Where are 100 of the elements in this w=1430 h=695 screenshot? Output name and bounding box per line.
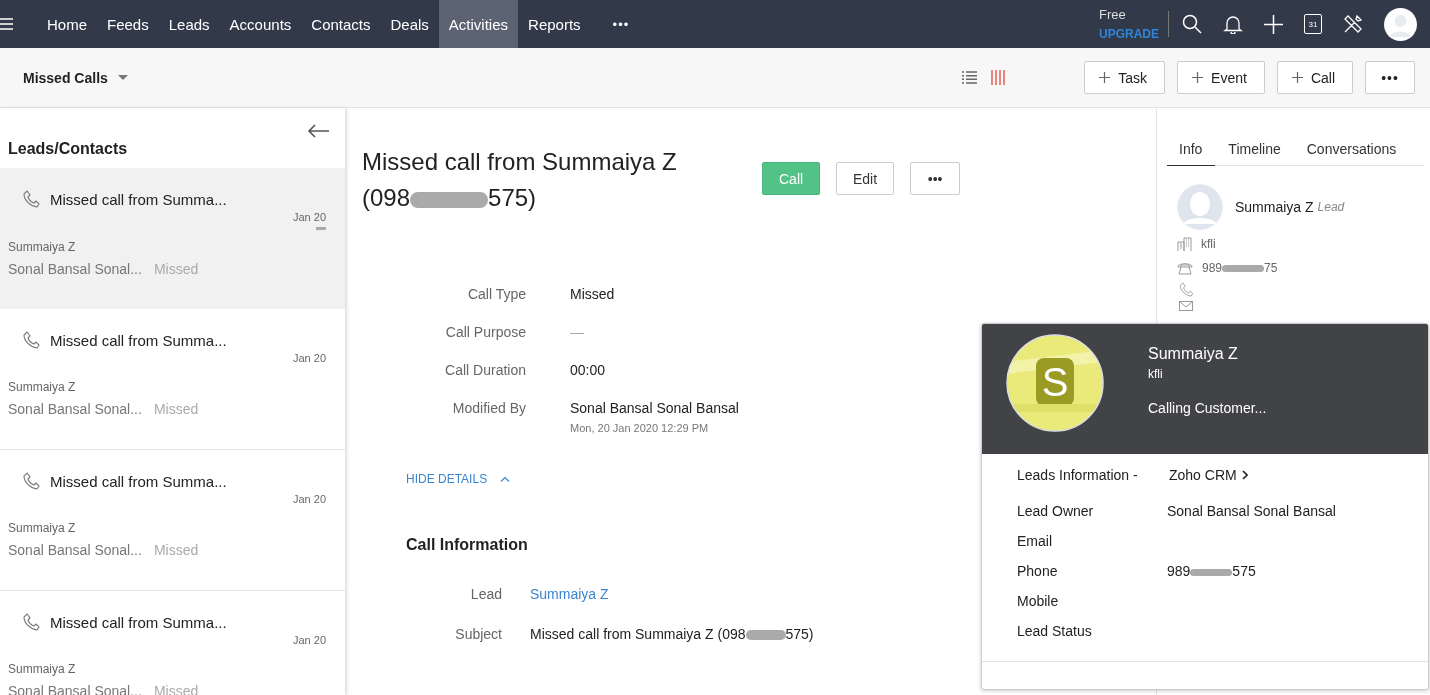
call-title: Missed call from Summa... (50, 190, 227, 208)
field-label: Lead Owner (1017, 503, 1095, 519)
nav-tab[interactable]: Deals (380, 0, 439, 48)
section-label: Leads Information - (1017, 467, 1139, 483)
user-avatar[interactable] (1384, 7, 1417, 41)
more-button[interactable]: ••• (1365, 61, 1415, 94)
panel-title: Leads/Contacts (8, 140, 128, 158)
company-name: kfli (1201, 237, 1216, 251)
back-arrow-icon[interactable] (307, 124, 329, 138)
caller-company: kfli (1148, 367, 1164, 381)
record-type: Lead (1317, 200, 1345, 214)
plus-icon (1291, 72, 1303, 83)
caller-avatar: S (1006, 334, 1104, 432)
contact-name: Summaiya Z (8, 380, 77, 394)
call-list-item[interactable]: Missed call from Summa... Jan 20 Summaiya Z Sonal Bansal Sonal... Missed (0, 450, 345, 591)
contact-name: Summaiya Z (8, 240, 77, 254)
field-value: 989 575 (1167, 563, 1256, 579)
view-dropdown[interactable]: Missed Calls (23, 63, 128, 92)
field-label: Lead (469, 586, 502, 602)
call-date: Jan 20 (292, 493, 326, 505)
record-title: Missed call from Summaiya Z (362, 147, 678, 177)
call-date: Jan 20 (292, 352, 326, 364)
contact-name: Summaiya Z (8, 521, 77, 535)
call-title: Missed call from Summa... (50, 331, 227, 349)
caller-name: Summaiya Z (1148, 345, 1239, 363)
field-value: 00:00 (570, 362, 606, 378)
plus-icon (1099, 72, 1111, 83)
phone-icon (23, 613, 40, 631)
list-view-icon[interactable] (962, 71, 978, 84)
nav-tab[interactable]: Contacts (301, 0, 381, 48)
call-date: Jan 20 (292, 634, 326, 646)
field-value: Sonal Bansal Sonal Bansal (570, 400, 739, 416)
field-label: Phone (1017, 563, 1059, 579)
selection-marker (316, 227, 326, 230)
call-list-item[interactable]: Missed call from Summa... Jan 20 Summaiya Z Sonal Bansal Sonal... Missed (0, 168, 345, 309)
section-heading: Call Information (406, 536, 528, 554)
panel-tab[interactable]: Conversations (1293, 138, 1410, 166)
nav-tab[interactable]: Accounts (219, 0, 302, 48)
field-label: Subject (454, 626, 502, 642)
lead-link[interactable]: Summaiya Z (530, 586, 609, 602)
chevron-right-icon (1241, 470, 1248, 480)
field-value: Sonal Bansal Sonal Bansal (1167, 503, 1336, 519)
action-button[interactable]: Edit (836, 162, 895, 195)
phone-number: (098 575) (362, 183, 538, 213)
contact-avatar (1177, 184, 1223, 230)
calendar-icon[interactable]: 31 (1304, 14, 1322, 34)
call-date: Jan 20 (292, 211, 326, 223)
nav-tab[interactable]: Feeds (97, 0, 159, 48)
call-status: Missed (153, 261, 199, 277)
plus-icon (1192, 72, 1204, 83)
field-value: Missed (570, 286, 615, 302)
tools-icon[interactable] (1343, 14, 1363, 34)
add-button[interactable]: Event (1177, 61, 1265, 94)
hide-details-link[interactable]: HIDE DETAILS (406, 472, 511, 486)
field-label: Lead Status (1017, 623, 1093, 639)
call-status: Calling Customer... (1148, 400, 1267, 416)
call-title: Missed call from Summa... (50, 472, 227, 490)
nav-tab[interactable]: Leads (158, 0, 220, 48)
phone-number: 989 75 (1202, 261, 1278, 275)
mail-icon[interactable] (1179, 301, 1193, 311)
field-label: Mobile (1017, 593, 1060, 609)
more-tabs-button[interactable]: ••• (590, 0, 642, 48)
add-icon[interactable] (1264, 14, 1283, 34)
phone-icon (23, 190, 40, 208)
notifications-icon[interactable] (1223, 14, 1243, 34)
call-title: Missed call from Summa... (50, 613, 227, 631)
phone-icon (23, 472, 40, 490)
action-button[interactable]: ••• (910, 162, 961, 195)
field-label: Call Duration (444, 362, 526, 378)
panel-tab[interactable]: Info (1167, 138, 1216, 166)
field-label: Call Purpose (444, 324, 526, 340)
nav-tab[interactable]: Home (37, 0, 97, 48)
call-status: Missed (153, 401, 199, 417)
building-icon (1177, 236, 1192, 252)
add-button[interactable]: Task (1084, 61, 1166, 94)
owner-name: Sonal Bansal Sonal... (8, 401, 142, 417)
nav-tab[interactable]: Activities (438, 0, 519, 48)
menu-icon[interactable] (0, 18, 13, 30)
owner-name: Sonal Bansal Sonal... (8, 542, 142, 558)
plan-label: Free (1099, 7, 1127, 22)
contact-name: Summaiya Z (8, 662, 77, 676)
modified-time: Mon, 20 Jan 2020 12:29 PM (570, 422, 710, 434)
telephone-icon (1177, 261, 1193, 275)
field-label: Call Type (466, 286, 526, 302)
chevron-up-icon (500, 476, 511, 482)
crm-link[interactable]: Zoho CRM (1169, 467, 1248, 483)
call-status: Missed (153, 542, 199, 558)
owner-name: Sonal Bansal Sonal... (8, 261, 142, 277)
field-value: — (570, 324, 584, 340)
caret-icon (117, 75, 128, 80)
panel-tab[interactable]: Timeline (1215, 138, 1294, 166)
nav-tab[interactable]: Reports (518, 0, 591, 48)
contact-name: Summaiya Z (1235, 199, 1314, 215)
phone-icon (23, 331, 40, 349)
add-button[interactable]: Call (1276, 61, 1353, 94)
call-list-item[interactable]: Missed call from Summa... Jan 20 Summaiya Z Sonal Bansal Sonal... Missed (0, 309, 345, 450)
field-label: Modified By (451, 400, 526, 418)
search-icon[interactable] (1182, 14, 1202, 34)
field-label: Email (1017, 533, 1053, 549)
field-value: Missed call from Summaiya Z (098 575) (530, 626, 814, 642)
